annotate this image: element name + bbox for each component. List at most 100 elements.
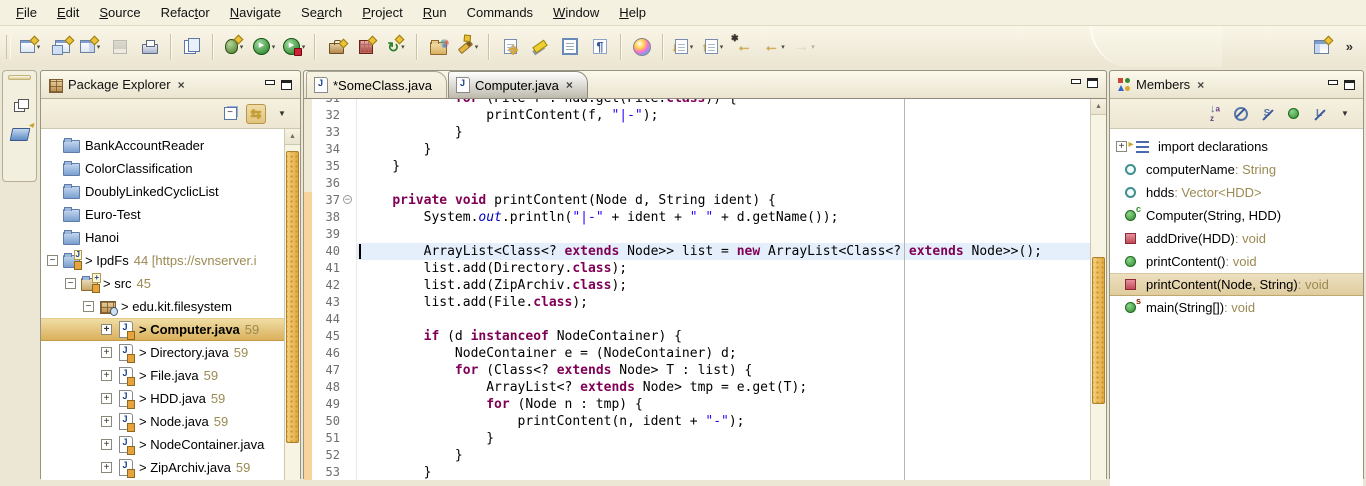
print-button[interactable] [136, 35, 164, 59]
code-line[interactable]: 36 [304, 175, 1090, 192]
line-number[interactable]: 47 [312, 362, 342, 379]
fold-column[interactable] [342, 226, 357, 243]
line-number[interactable]: 46 [312, 345, 342, 362]
tree-item[interactable]: +DoublyLinkedCyclicList [41, 180, 285, 203]
expand-toggle-icon[interactable]: + [101, 370, 112, 381]
link-with-editor-button[interactable]: ⇆ [246, 104, 266, 124]
fast-view-grip[interactable] [8, 75, 31, 80]
member-item[interactable]: cComputer(String, HDD) [1110, 204, 1363, 227]
line-number[interactable]: 50 [312, 413, 342, 430]
expand-toggle-icon[interactable]: + [101, 439, 112, 450]
dropdown-arrow-icon[interactable]: ▾ [811, 43, 815, 51]
code-line[interactable]: 52 } [304, 447, 1090, 464]
prev-annotation-button[interactable]: ↑▾ [700, 35, 728, 59]
maximize-button[interactable] [1344, 80, 1355, 90]
menu-search[interactable]: Search [291, 2, 352, 23]
code-line[interactable]: 35 } [304, 158, 1090, 175]
code-text[interactable]: if (d instanceof NodeContainer) { [357, 328, 1090, 345]
fold-column[interactable] [342, 311, 357, 328]
source-view-button[interactable] [556, 35, 584, 59]
run-button[interactable]: ▾ [250, 35, 278, 59]
menu-source[interactable]: Source [89, 2, 150, 23]
line-number[interactable]: 41 [312, 260, 342, 277]
code-text[interactable]: } [357, 464, 1090, 480]
menu-navigate[interactable]: Navigate [220, 2, 291, 23]
hide-fields-button[interactable] [1231, 104, 1251, 124]
save-button[interactable] [106, 35, 134, 59]
mark-occurrences-button[interactable] [526, 35, 554, 59]
expand-toggle-icon[interactable]: + [101, 347, 112, 358]
line-number[interactable]: 45 [312, 328, 342, 345]
tab-members[interactable]: Members × [1114, 71, 1212, 98]
copy-pages-button[interactable] [178, 35, 206, 59]
code-text[interactable]: } [357, 430, 1090, 447]
line-number[interactable]: 40 [312, 243, 342, 260]
code-line[interactable]: 37− private void printContent(Node d, St… [304, 192, 1090, 209]
line-number[interactable]: 33 [312, 124, 342, 141]
code-text[interactable] [357, 311, 1090, 328]
member-item[interactable]: printContent(Node, String) : void [1110, 273, 1363, 296]
fold-column[interactable] [342, 294, 357, 311]
dropdown-arrow-icon[interactable]: ▾ [781, 43, 785, 51]
code-text[interactable]: System.out.println("|-" + ident + " " + … [357, 209, 1090, 226]
tree-item[interactable]: +J> HDD.java59 [41, 387, 285, 410]
maximize-button[interactable] [281, 80, 292, 90]
code-text[interactable]: list.add(Directory.class); [357, 260, 1090, 277]
code-line[interactable]: 43 list.add(File.class); [304, 294, 1090, 311]
code-line[interactable]: 45 if (d instanceof NodeContainer) { [304, 328, 1090, 345]
menu-project[interactable]: Project [352, 2, 412, 23]
tree-item[interactable]: +J> ZipArchiv.java59 [41, 456, 285, 479]
dropdown-arrow-icon[interactable]: ▾ [272, 43, 276, 51]
menu-refactor[interactable]: Refactor [151, 2, 220, 23]
fold-column[interactable] [342, 175, 357, 192]
expand-toggle-icon[interactable]: − [47, 255, 58, 266]
toolbar-overflow-button[interactable]: » [1336, 39, 1363, 54]
tree-item[interactable]: +J> Directory.java59 [41, 341, 285, 364]
code-line[interactable]: 47 for (Class<? extends Node> T : list) … [304, 362, 1090, 379]
hide-local-types-button[interactable]: L [1309, 104, 1329, 124]
code-line[interactable]: 34 } [304, 141, 1090, 158]
fold-column[interactable] [342, 345, 357, 362]
line-number[interactable]: 37 [312, 192, 342, 209]
line-number[interactable]: 51 [312, 430, 342, 447]
code-text[interactable] [357, 175, 1090, 192]
scrollbar-thumb[interactable] [286, 151, 299, 443]
member-item[interactable]: computerName : String [1110, 158, 1363, 181]
fold-column[interactable] [342, 413, 357, 430]
code-text[interactable]: for (Class<? extends Node> T : list) { [357, 362, 1090, 379]
expand-toggle-icon[interactable]: − [83, 301, 94, 312]
code-line[interactable]: 33 } [304, 124, 1090, 141]
code-line[interactable]: 49 for (Node n : tmp) { [304, 396, 1090, 413]
line-number[interactable]: 31 [312, 99, 342, 107]
close-icon[interactable]: × [1195, 78, 1204, 92]
new-toolbox-button[interactable] [322, 35, 350, 59]
tree-item[interactable]: +J> Computer.java59 [41, 318, 285, 341]
member-item[interactable]: +import declarations [1110, 135, 1363, 158]
close-icon[interactable]: × [176, 78, 185, 92]
code-text[interactable]: printContent(n, ident + "-"); [357, 413, 1090, 430]
fold-column[interactable] [342, 328, 357, 345]
sort-button[interactable]: ↓az [1205, 104, 1225, 124]
open-folder-icon[interactable] [9, 128, 30, 141]
code-text[interactable]: for (File f : hdd.get(File.class)) { [357, 99, 1090, 107]
line-number[interactable]: 48 [312, 379, 342, 396]
dropdown-arrow-icon[interactable]: ▾ [475, 43, 479, 51]
toolbar-grip[interactable] [6, 35, 11, 59]
code-text[interactable]: } [357, 158, 1090, 175]
code-text[interactable]: } [357, 447, 1090, 464]
forward-button[interactable]: →▾ [790, 35, 818, 59]
line-number[interactable]: 32 [312, 107, 342, 124]
fold-column[interactable] [342, 158, 357, 175]
dropdown-arrow-icon[interactable]: ▾ [720, 43, 724, 51]
fold-column[interactable] [342, 141, 357, 158]
last-edit-location-button[interactable]: ←✱ [730, 35, 758, 59]
dropdown-arrow-icon[interactable]: ▾ [690, 43, 694, 51]
code-editor[interactable]: 31 for (File f : hdd.get(File.class)) {3… [304, 99, 1106, 480]
line-number[interactable]: 36 [312, 175, 342, 192]
code-line[interactable]: 32 printContent(f, "|-"); [304, 107, 1090, 124]
debug-button[interactable]: ▾ [220, 35, 248, 59]
fold-column[interactable] [342, 99, 357, 107]
tree-item[interactable]: +J> NodeContainer.java [41, 433, 285, 456]
search-pencil-button[interactable]: ▾ [454, 35, 482, 59]
code-line[interactable]: 51 } [304, 430, 1090, 447]
